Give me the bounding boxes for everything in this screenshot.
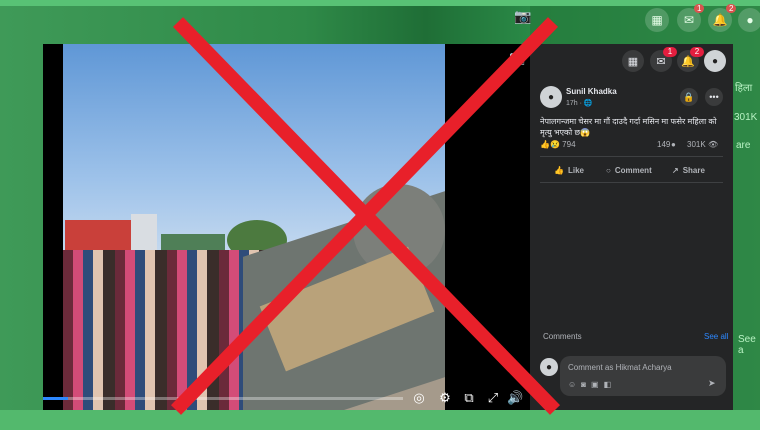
video-progress-bar[interactable] xyxy=(43,397,403,400)
fullscreen-icon[interactable]: ⤢ xyxy=(485,390,501,406)
lock-icon[interactable]: 🔒 xyxy=(680,88,698,106)
background-text: See a xyxy=(738,334,756,356)
gif-icon[interactable]: ▣ xyxy=(591,380,604,389)
video-progress-fill xyxy=(43,397,69,400)
profile-avatar[interactable]: ● xyxy=(704,50,726,72)
send-icon[interactable]: ➤ xyxy=(708,378,716,389)
post-caption: नेपालगन्जमा चेसर मा गौं दाउदै गर्दा मसिन… xyxy=(540,117,717,137)
video-letterbox xyxy=(445,44,530,410)
sticker-icon[interactable]: ◧ xyxy=(604,380,617,389)
post-header: ● Sunil Khadka 17h · 🌐 🔒 ••• xyxy=(540,86,730,114)
comment-icon: ○ xyxy=(606,165,611,175)
like-reaction-icon[interactable]: 👍 xyxy=(540,140,550,149)
camera-icon[interactable]: 📷 xyxy=(509,50,525,66)
background-avatar: ● xyxy=(738,8,760,32)
notifications-badge: 2 xyxy=(690,47,704,57)
share-button[interactable]: ↗ Share xyxy=(672,163,705,177)
author-avatar[interactable]: ● xyxy=(540,86,562,108)
video-player[interactable]: 📷 ◎ ⚙ ⧉ ⤢ 🔊 xyxy=(43,44,530,410)
like-icon: 👍 xyxy=(554,165,564,175)
background-text: are xyxy=(736,140,751,151)
reaction-count[interactable]: 794 xyxy=(562,140,575,149)
camera-icon[interactable]: ◙ xyxy=(581,380,591,389)
more-icon[interactable]: ••• xyxy=(705,88,723,106)
grid-menu-icon[interactable]: ▦ xyxy=(622,50,644,72)
captions-icon[interactable]: ◎ xyxy=(411,390,427,406)
divider xyxy=(540,156,723,157)
messenger-badge: 1 xyxy=(663,47,677,57)
share-icon: ↗ xyxy=(672,165,679,175)
comment-placeholder: Comment as Hikmat Acharya xyxy=(568,363,672,372)
post-sidebar: ▦ ✉ 1 🔔 2 ● ● Sunil Khadka 17h · 🌐 🔒 •••… xyxy=(530,44,733,410)
pip-icon[interactable]: ⧉ xyxy=(461,390,477,406)
background-text: हिला xyxy=(735,83,753,94)
comment-input[interactable]: Comment as Hikmat Acharya ☺◙▣◧ ➤ xyxy=(560,356,726,396)
commenter-avatar: ● xyxy=(540,358,558,376)
views-count: 301K xyxy=(687,140,706,149)
see-all-link[interactable]: See all xyxy=(704,332,728,341)
video-truck-cab xyxy=(131,214,157,252)
comment-button[interactable]: ○ Comment xyxy=(606,163,652,177)
share-label: Share xyxy=(682,165,705,175)
settings-icon[interactable]: ⚙ xyxy=(437,390,453,406)
divider xyxy=(540,182,723,183)
background-text: 301K xyxy=(734,112,758,123)
like-button[interactable]: 👍 Like xyxy=(554,163,584,177)
background-bottom-strip xyxy=(0,410,760,430)
eye-icon: 👁 xyxy=(708,140,719,149)
emoji-icon[interactable]: ☺ xyxy=(568,380,581,389)
comment-label: Comment xyxy=(614,165,652,175)
comments-count[interactable]: 149 xyxy=(657,140,670,149)
comments-label: Comments xyxy=(543,332,582,341)
comment-tools: ☺◙▣◧ xyxy=(568,380,616,389)
top-navigation: ▦ ✉ 1 🔔 2 ● xyxy=(530,44,733,78)
author-name[interactable]: Sunil Khadka xyxy=(566,87,617,96)
like-label: Like xyxy=(567,165,584,175)
post-timestamp[interactable]: 17h · 🌐 xyxy=(566,99,593,107)
reaction-summary: 👍😢 794 149 ● 301K 👁 xyxy=(540,140,725,152)
facebook-viewer-window: 📷 ◎ ⚙ ⧉ ⤢ 🔊 ▦ ✉ 1 🔔 2 ● ● Sunil Khadka 1… xyxy=(43,44,733,410)
background-grid-icon: ▦ xyxy=(645,8,669,32)
sad-reaction-icon[interactable]: 😢 xyxy=(550,140,560,149)
video-frame xyxy=(63,44,445,410)
video-crowd xyxy=(63,250,273,410)
background-camera-icon: 📷 xyxy=(514,8,532,24)
volume-icon[interactable]: 🔊 xyxy=(507,390,523,406)
comment-bubble-icon: ● xyxy=(671,140,676,149)
